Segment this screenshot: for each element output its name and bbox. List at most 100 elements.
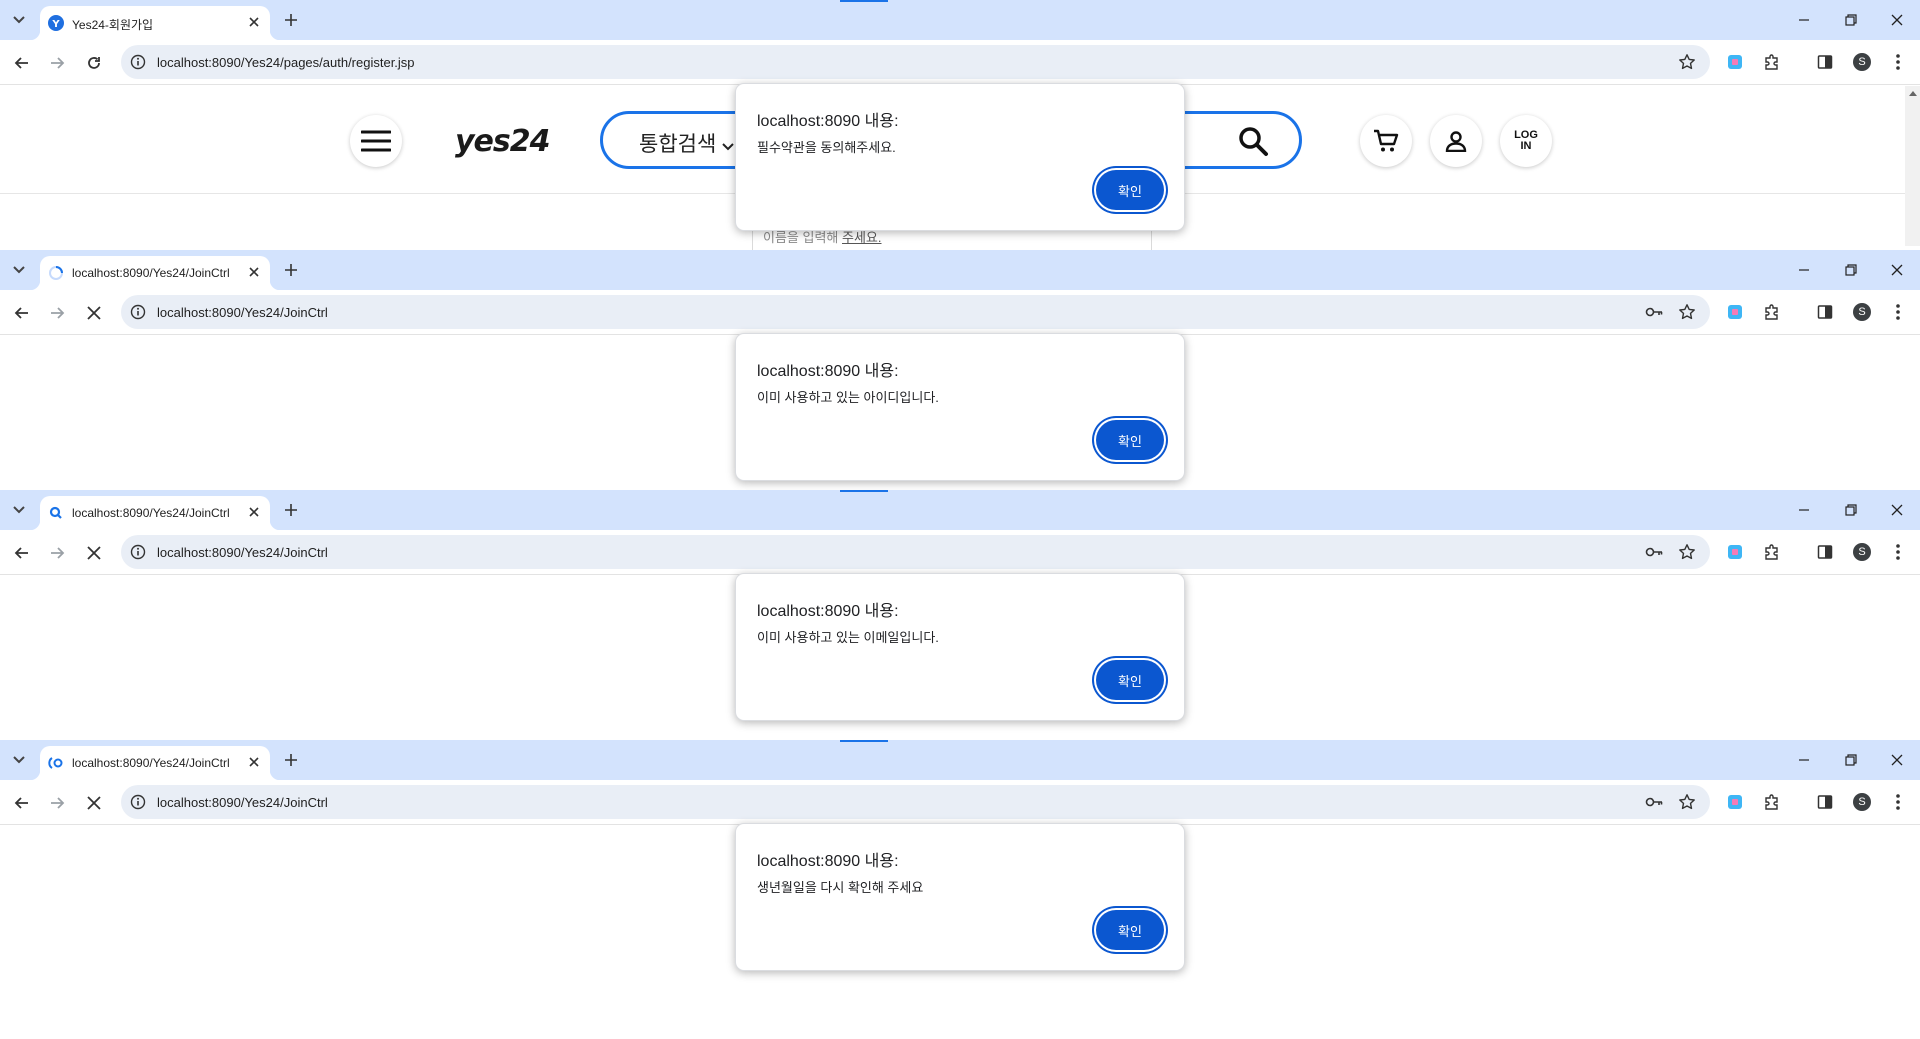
search-icon[interactable] — [1237, 125, 1269, 157]
new-tab-plus-icon[interactable] — [282, 261, 300, 279]
stop-loading-icon[interactable] — [84, 303, 104, 323]
alert-dialog: localhost:8090 내용: 이미 사용하고 있는 아이디입니다. 확인 — [735, 333, 1185, 481]
minimize-icon[interactable] — [1795, 501, 1813, 519]
side-panel-icon[interactable] — [1815, 542, 1835, 562]
password-key-icon[interactable] — [1645, 544, 1663, 560]
site-info-icon[interactable] — [130, 544, 146, 560]
password-key-icon[interactable] — [1645, 304, 1663, 320]
restore-icon[interactable] — [1842, 261, 1860, 279]
extensions-puzzle-icon[interactable] — [1762, 792, 1782, 812]
address-bar[interactable]: localhost:8090/Yes24/JoinCtrl — [121, 295, 1710, 329]
restore-icon[interactable] — [1842, 751, 1860, 769]
alert-title: localhost:8090 내용: — [757, 113, 899, 130]
scroll-up-arrow-icon[interactable] — [1909, 91, 1917, 96]
url-text: localhost:8090/Yes24/JoinCtrl — [157, 545, 328, 560]
extensions-puzzle-icon[interactable] — [1762, 542, 1782, 562]
bookmark-star-icon[interactable] — [1678, 303, 1696, 321]
top-indicator — [840, 740, 888, 742]
bookmark-star-icon[interactable] — [1678, 543, 1696, 561]
side-panel-icon[interactable] — [1815, 52, 1835, 72]
minimize-icon[interactable] — [1795, 261, 1813, 279]
tab-joinctrl[interactable]: localhost:8090/Yes24/JoinCtrl — [30, 496, 280, 530]
more-menu-icon[interactable] — [1888, 302, 1908, 322]
tab-search-chevron-icon[interactable] — [10, 751, 28, 769]
stop-loading-icon[interactable] — [84, 543, 104, 563]
url-text: localhost:8090/Yes24/JoinCtrl — [157, 305, 328, 320]
back-arrow-icon[interactable] — [12, 543, 32, 563]
site-info-icon[interactable] — [130, 54, 146, 70]
yes24-logo[interactable]: yes24 — [455, 124, 551, 159]
alert-message: 이미 사용하고 있는 아이디입니다. — [757, 390, 939, 405]
password-key-icon[interactable] — [1645, 794, 1663, 810]
window-close-icon[interactable] — [1888, 261, 1906, 279]
new-tab-plus-icon[interactable] — [282, 751, 300, 769]
tab-title: localhost:8090/Yes24/JoinCtrl — [72, 756, 230, 770]
minimize-icon[interactable] — [1795, 751, 1813, 769]
user-icon[interactable] — [1430, 115, 1482, 167]
extension-icon[interactable] — [1725, 542, 1745, 562]
window-close-icon[interactable] — [1888, 11, 1906, 29]
login-button[interactable]: LOG IN — [1500, 115, 1552, 167]
new-tab-plus-icon[interactable] — [282, 501, 300, 519]
back-arrow-icon[interactable] — [12, 53, 32, 73]
forward-arrow-icon[interactable] — [47, 793, 67, 813]
ok-button[interactable]: 확인 — [1096, 170, 1164, 210]
search-category-select[interactable]: 통합검색 — [639, 128, 734, 158]
ok-button[interactable]: 확인 — [1096, 420, 1164, 460]
stop-loading-icon[interactable] — [84, 793, 104, 813]
address-bar[interactable]: localhost:8090/Yes24/JoinCtrl — [121, 535, 1710, 569]
tab-yes24-register[interactable]: Y Yes24-회원가입 — [30, 6, 280, 40]
profile-avatar[interactable]: S — [1852, 542, 1872, 562]
tab-strip: localhost:8090/Yes24/JoinCtrl — [0, 740, 1920, 780]
tab-search-chevron-icon[interactable] — [10, 261, 28, 279]
extensions-puzzle-icon[interactable] — [1762, 52, 1782, 72]
ok-button[interactable]: 확인 — [1096, 910, 1164, 950]
restore-icon[interactable] — [1842, 11, 1860, 29]
site-info-icon[interactable] — [130, 794, 146, 810]
extension-icon[interactable] — [1725, 302, 1745, 322]
minimize-icon[interactable] — [1795, 11, 1813, 29]
scrollbar[interactable] — [1905, 86, 1920, 246]
more-menu-icon[interactable] — [1888, 792, 1908, 812]
tab-close-icon[interactable] — [246, 264, 262, 280]
bookmark-star-icon[interactable] — [1678, 53, 1696, 71]
tab-search-chevron-icon[interactable] — [10, 11, 28, 29]
tab-strip: Y Yes24-회원가입 — [0, 0, 1920, 40]
more-menu-icon[interactable] — [1888, 542, 1908, 562]
forward-arrow-icon[interactable] — [47, 303, 67, 323]
more-menu-icon[interactable] — [1888, 52, 1908, 72]
tab-close-icon[interactable] — [246, 504, 262, 520]
address-bar[interactable]: localhost:8090/Yes24/pages/auth/register… — [121, 45, 1710, 79]
address-bar[interactable]: localhost:8090/Yes24/JoinCtrl — [121, 785, 1710, 819]
profile-avatar[interactable]: S — [1852, 52, 1872, 72]
browser-window-joinctrl-birth: localhost:8090/Yes24/JoinCtrl localhost:… — [0, 740, 1920, 1039]
tab-close-icon[interactable] — [246, 14, 262, 30]
back-arrow-icon[interactable] — [12, 793, 32, 813]
window-close-icon[interactable] — [1888, 751, 1906, 769]
forward-arrow-icon[interactable] — [47, 543, 67, 563]
tab-joinctrl[interactable]: localhost:8090/Yes24/JoinCtrl — [30, 256, 280, 290]
ok-button[interactable]: 확인 — [1096, 660, 1164, 700]
window-close-icon[interactable] — [1888, 501, 1906, 519]
back-arrow-icon[interactable] — [12, 303, 32, 323]
extension-icon[interactable] — [1725, 792, 1745, 812]
bookmark-star-icon[interactable] — [1678, 793, 1696, 811]
tab-joinctrl[interactable]: localhost:8090/Yes24/JoinCtrl — [30, 746, 280, 780]
tab-title: localhost:8090/Yes24/JoinCtrl — [72, 506, 230, 520]
alert-dialog: localhost:8090 내용: 이미 사용하고 있는 이메일입니다. 확인 — [735, 573, 1185, 721]
reload-icon[interactable] — [84, 53, 104, 73]
extensions-puzzle-icon[interactable] — [1762, 302, 1782, 322]
cart-icon[interactable] — [1360, 115, 1412, 167]
side-panel-icon[interactable] — [1815, 302, 1835, 322]
hamburger-menu-icon[interactable] — [350, 115, 402, 167]
extension-icon[interactable] — [1725, 52, 1745, 72]
new-tab-plus-icon[interactable] — [282, 11, 300, 29]
tab-search-chevron-icon[interactable] — [10, 501, 28, 519]
tab-close-icon[interactable] — [246, 754, 262, 770]
profile-avatar[interactable]: S — [1852, 792, 1872, 812]
site-info-icon[interactable] — [130, 304, 146, 320]
restore-icon[interactable] — [1842, 501, 1860, 519]
profile-avatar[interactable]: S — [1852, 302, 1872, 322]
forward-arrow-icon[interactable] — [47, 53, 67, 73]
side-panel-icon[interactable] — [1815, 792, 1835, 812]
